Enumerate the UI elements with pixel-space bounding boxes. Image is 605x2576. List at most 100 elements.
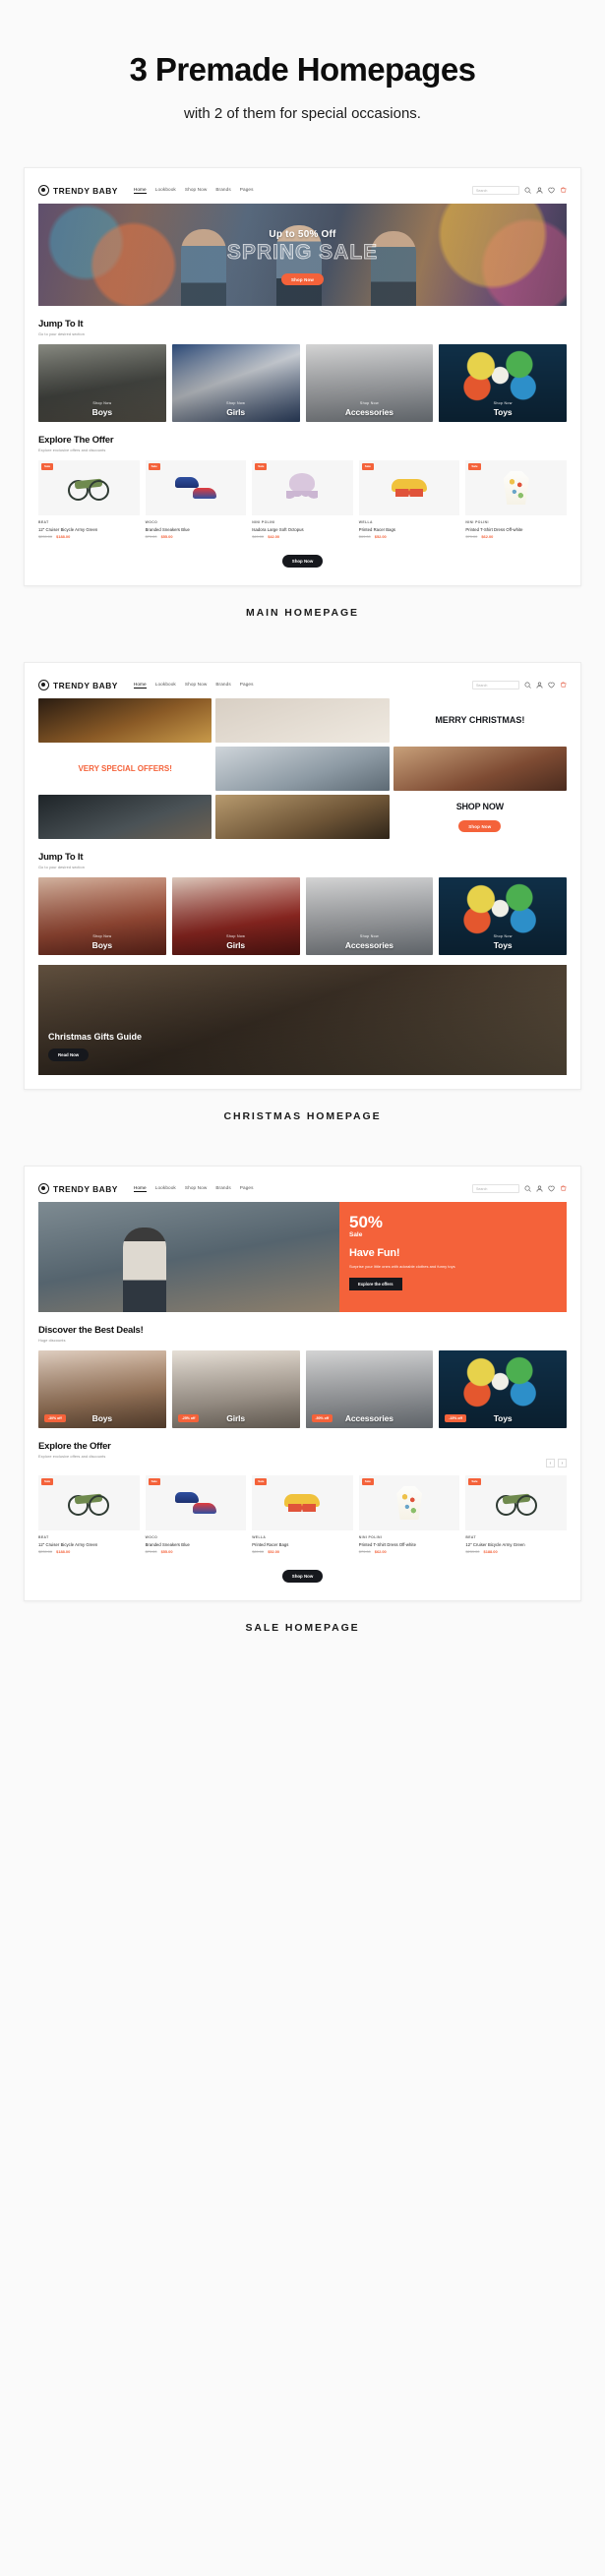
nav-item-brands[interactable]: Brands bbox=[215, 682, 230, 689]
logo-text: TRENDY BABY bbox=[53, 185, 118, 196]
product-card[interactable]: Sale WELLA Printed Racer Bags $69.00 $52… bbox=[358, 460, 460, 539]
hero-banner-spring-sale[interactable]: Up to 50% Off SPRING SALE Shop Now bbox=[38, 204, 567, 306]
product-name: Isadora Large Soft Octopus bbox=[252, 526, 304, 532]
category-tile-toys[interactable]: Shop Now Toys bbox=[439, 877, 567, 955]
sale-badge: Sale bbox=[468, 463, 481, 470]
banner-text: Christmas Gifts Guide Read Now bbox=[48, 1032, 142, 1061]
user-icon[interactable] bbox=[536, 187, 543, 194]
explore-offers-button[interactable]: Explore the offers bbox=[348, 1278, 402, 1290]
nav-item-shop-now[interactable]: Shop Now bbox=[185, 682, 207, 689]
very-special-offers-text: VERY SPECIAL OFFERS! bbox=[38, 747, 212, 791]
category-tile-girls[interactable]: Girls -25% off bbox=[171, 1350, 300, 1428]
category-tiles: Shop Now Boys Shop Now Girls Shop Now Ac… bbox=[25, 869, 580, 955]
product-card[interactable]: Sale NINI POLINI Printed T-Shirt Dress O… bbox=[358, 1475, 460, 1554]
explore-offer-title: Explore the Offer bbox=[38, 1441, 111, 1452]
category-discount-badge: -25% off bbox=[177, 1414, 200, 1422]
main-nav: Home Lookbook Shop Now Brands Pages bbox=[133, 682, 254, 689]
nav-item-brands[interactable]: Brands bbox=[215, 1185, 230, 1192]
sneakers-illustration bbox=[174, 1492, 216, 1514]
price-old: $79.00 bbox=[145, 1549, 157, 1554]
nav-item-shop-now[interactable]: Shop Now bbox=[185, 187, 207, 194]
christmas-photo-mug[interactable] bbox=[215, 698, 390, 743]
user-icon[interactable] bbox=[536, 1185, 543, 1192]
product-card[interactable]: Sale WOCO Branded Sneakers Blue $79.00 $… bbox=[145, 1475, 247, 1554]
category-tile-boys[interactable]: Boys -30% off bbox=[38, 1350, 166, 1428]
heart-icon[interactable] bbox=[548, 187, 555, 194]
caption-christmas-homepage: CHRISTMAS HOMEPAGE bbox=[223, 1110, 382, 1122]
nav-item-lookbook[interactable]: Lookbook bbox=[155, 1185, 176, 1192]
shop-now-button[interactable]: Shop Now bbox=[281, 555, 324, 568]
search-icon[interactable] bbox=[524, 187, 531, 194]
nav-item-home[interactable]: Home bbox=[133, 1185, 147, 1192]
heart-icon[interactable] bbox=[548, 1185, 555, 1192]
product-card[interactable]: Sale WELLA Printed Racer Bags $69.00 $52… bbox=[252, 1475, 353, 1554]
category-shop-label: Shop Now bbox=[359, 401, 379, 405]
bicycle-illustration bbox=[495, 1490, 538, 1516]
product-card[interactable]: Sale BEAT 12" Cruiser Bicycle Army Green… bbox=[38, 1475, 140, 1554]
category-shop-label: Shop Now bbox=[493, 934, 513, 938]
christmas-gifts-guide-banner[interactable]: Christmas Gifts Guide Read Now bbox=[38, 965, 567, 1075]
product-name: Printed T-Shirt Dress Off-white bbox=[465, 526, 523, 532]
cart-icon[interactable] bbox=[560, 187, 567, 194]
logo[interactable]: TRENDY BABY bbox=[38, 185, 118, 196]
category-tile-accessories[interactable]: Accessories -50% off bbox=[305, 1350, 434, 1428]
sale-badge: Sale bbox=[148, 1478, 160, 1485]
nav-item-lookbook[interactable]: Lookbook bbox=[155, 187, 176, 194]
nav-item-lookbook[interactable]: Lookbook bbox=[155, 682, 176, 689]
christmas-photo-girl[interactable] bbox=[393, 747, 567, 791]
nav-item-shop-now[interactable]: Shop Now bbox=[185, 1185, 207, 1192]
category-tile-girls[interactable]: Shop Now Girls bbox=[171, 877, 300, 955]
product-card[interactable]: Sale NINI POLINI Isadora Large Soft Octo… bbox=[252, 460, 353, 539]
cart-icon[interactable] bbox=[560, 1185, 567, 1192]
shop-all-row: Shop Now bbox=[25, 539, 580, 571]
search-input[interactable]: Search bbox=[472, 186, 519, 195]
search-input[interactable]: Search bbox=[472, 1184, 519, 1193]
read-now-button[interactable]: Read Now bbox=[48, 1048, 90, 1061]
christmas-photo-tree[interactable] bbox=[215, 795, 390, 839]
price-new: $188.00 bbox=[483, 1549, 498, 1554]
category-tile-boys[interactable]: Shop Now Boys bbox=[38, 344, 166, 422]
logo[interactable]: TRENDY BABY bbox=[38, 1183, 118, 1194]
category-tile-accessories[interactable]: Shop Now Accessories bbox=[305, 877, 434, 955]
heart-icon[interactable] bbox=[548, 682, 555, 689]
nav-item-pages[interactable]: Pages bbox=[240, 682, 254, 689]
christmas-photo-baby-hat[interactable] bbox=[215, 747, 390, 791]
search-icon[interactable] bbox=[524, 1185, 531, 1192]
nav-item-home[interactable]: Home bbox=[133, 187, 147, 194]
category-tile-girls[interactable]: Shop Now Girls bbox=[171, 344, 300, 422]
product-card[interactable]: Sale BEAT 12" Cruiser Bicycle Army Green… bbox=[465, 1475, 567, 1554]
search-input[interactable]: Search bbox=[472, 681, 519, 689]
product-prices: $69.00 $52.00 bbox=[252, 1549, 353, 1554]
product-card[interactable]: Sale WOCO Branded Sneakers Blue $79.00 $… bbox=[145, 460, 247, 539]
carousel-next-icon[interactable]: › bbox=[558, 1459, 567, 1468]
product-name: 12" Cruiser Bicycle Army Green bbox=[38, 526, 98, 532]
category-tile-accessories[interactable]: Shop Now Accessories bbox=[305, 344, 434, 422]
product-brand: NINI POLINI bbox=[252, 520, 275, 524]
christmas-shop-now-button[interactable]: Shop Now bbox=[458, 819, 502, 833]
hero-shop-now-button[interactable]: Shop Now bbox=[280, 273, 325, 286]
category-tile-boys[interactable]: Shop Now Boys bbox=[38, 877, 166, 955]
logo[interactable]: TRENDY BABY bbox=[38, 680, 118, 690]
carousel-prev-icon[interactable]: ‹ bbox=[546, 1459, 555, 1468]
christmas-photo-candles[interactable] bbox=[38, 698, 212, 743]
nav-item-home[interactable]: Home bbox=[133, 682, 147, 689]
product-prices: $69.00 $52.00 bbox=[359, 534, 460, 539]
price-new: $42.00 bbox=[268, 534, 280, 539]
cart-icon[interactable] bbox=[560, 682, 567, 689]
price-new: $188.00 bbox=[56, 534, 71, 539]
search-icon[interactable] bbox=[524, 682, 531, 689]
product-card[interactable]: Sale NINI POLINI Printed T-Shirt Dress O… bbox=[465, 460, 567, 539]
shop-now-button[interactable]: Shop Now bbox=[281, 1570, 324, 1583]
product-card[interactable]: Sale BEAT 12" Cruiser Bicycle Army Green… bbox=[38, 460, 140, 539]
category-label: Accessories bbox=[344, 940, 393, 950]
nav-item-pages[interactable]: Pages bbox=[240, 1185, 254, 1192]
category-tile-toys[interactable]: Shop Now Toys bbox=[439, 344, 567, 422]
category-tile-toys[interactable]: Toys -15% off bbox=[439, 1350, 567, 1428]
nav-item-brands[interactable]: Brands bbox=[215, 187, 230, 194]
product-image: Sale bbox=[145, 1475, 247, 1530]
product-brand: WELLA bbox=[252, 1535, 267, 1539]
christmas-photo-bike[interactable] bbox=[38, 795, 212, 839]
product-name: Printed T-Shirt Dress Off-white bbox=[358, 1541, 416, 1547]
user-icon[interactable] bbox=[536, 682, 543, 689]
nav-item-pages[interactable]: Pages bbox=[240, 187, 254, 194]
